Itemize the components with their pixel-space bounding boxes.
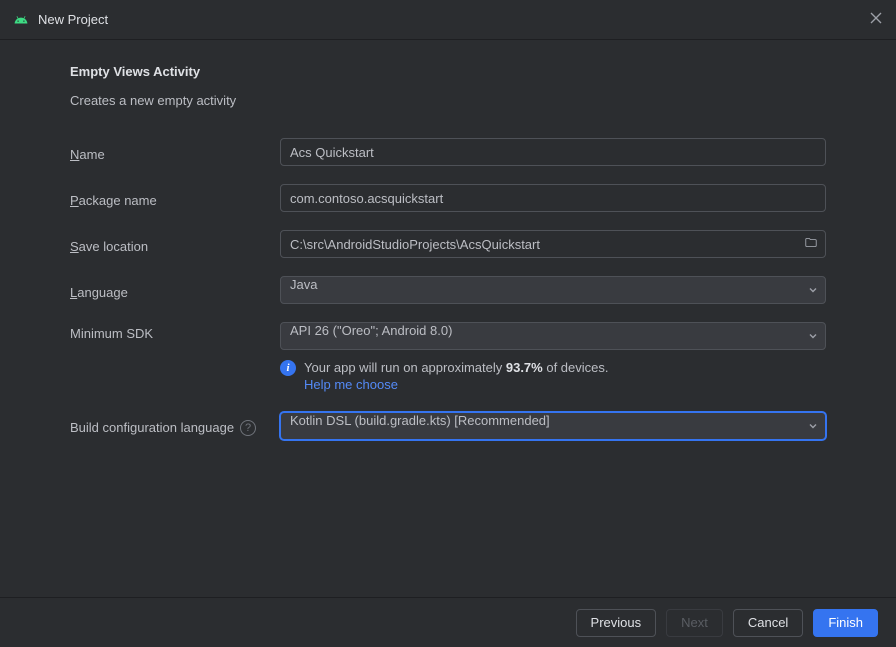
save-location-input[interactable]: [280, 230, 826, 258]
dialog-content: Empty Views Activity Creates a new empty…: [0, 40, 896, 597]
cancel-button[interactable]: Cancel: [733, 609, 803, 637]
language-select[interactable]: Java: [280, 276, 826, 304]
info-icon: i: [280, 360, 296, 376]
titlebar: New Project: [0, 0, 896, 40]
row-save-location: Save location: [70, 230, 826, 258]
finish-button[interactable]: Finish: [813, 609, 878, 637]
page-heading: Empty Views Activity: [70, 64, 826, 79]
row-min-sdk: Minimum SDK API 26 ("Oreo"; Android 8.0)…: [70, 322, 826, 392]
label-package: Package name: [70, 189, 280, 208]
label-min-sdk: Minimum SDK: [70, 322, 280, 341]
close-icon[interactable]: [870, 12, 882, 28]
package-name-input[interactable]: [280, 184, 826, 212]
window-title: New Project: [38, 12, 860, 27]
label-language: Language: [70, 281, 280, 300]
previous-button[interactable]: Previous: [576, 609, 657, 637]
next-button: Next: [666, 609, 723, 637]
sdk-info-block: i Your app will run on approximately 93.…: [280, 360, 826, 392]
page-description: Creates a new empty activity: [70, 93, 826, 108]
row-name: Name: [70, 138, 826, 166]
build-config-language-select[interactable]: Kotlin DSL (build.gradle.kts) [Recommend…: [280, 412, 826, 440]
sdk-info-text: Your app will run on approximately 93.7%…: [304, 360, 609, 375]
label-name: Name: [70, 143, 280, 162]
label-save-location: Save location: [70, 235, 280, 254]
minimum-sdk-select[interactable]: API 26 ("Oreo"; Android 8.0): [280, 322, 826, 350]
row-package: Package name: [70, 184, 826, 212]
label-build-config: Build configuration language?: [70, 416, 280, 437]
name-input[interactable]: [280, 138, 826, 166]
help-icon[interactable]: ?: [240, 420, 256, 436]
row-language: Language Java: [70, 276, 826, 304]
row-build-config: Build configuration language? Kotlin DSL…: [70, 412, 826, 440]
android-icon: [14, 13, 28, 27]
dialog-footer: Previous Next Cancel Finish: [0, 597, 896, 647]
help-me-choose-link[interactable]: Help me choose: [304, 377, 398, 392]
folder-browse-icon[interactable]: [804, 236, 818, 253]
